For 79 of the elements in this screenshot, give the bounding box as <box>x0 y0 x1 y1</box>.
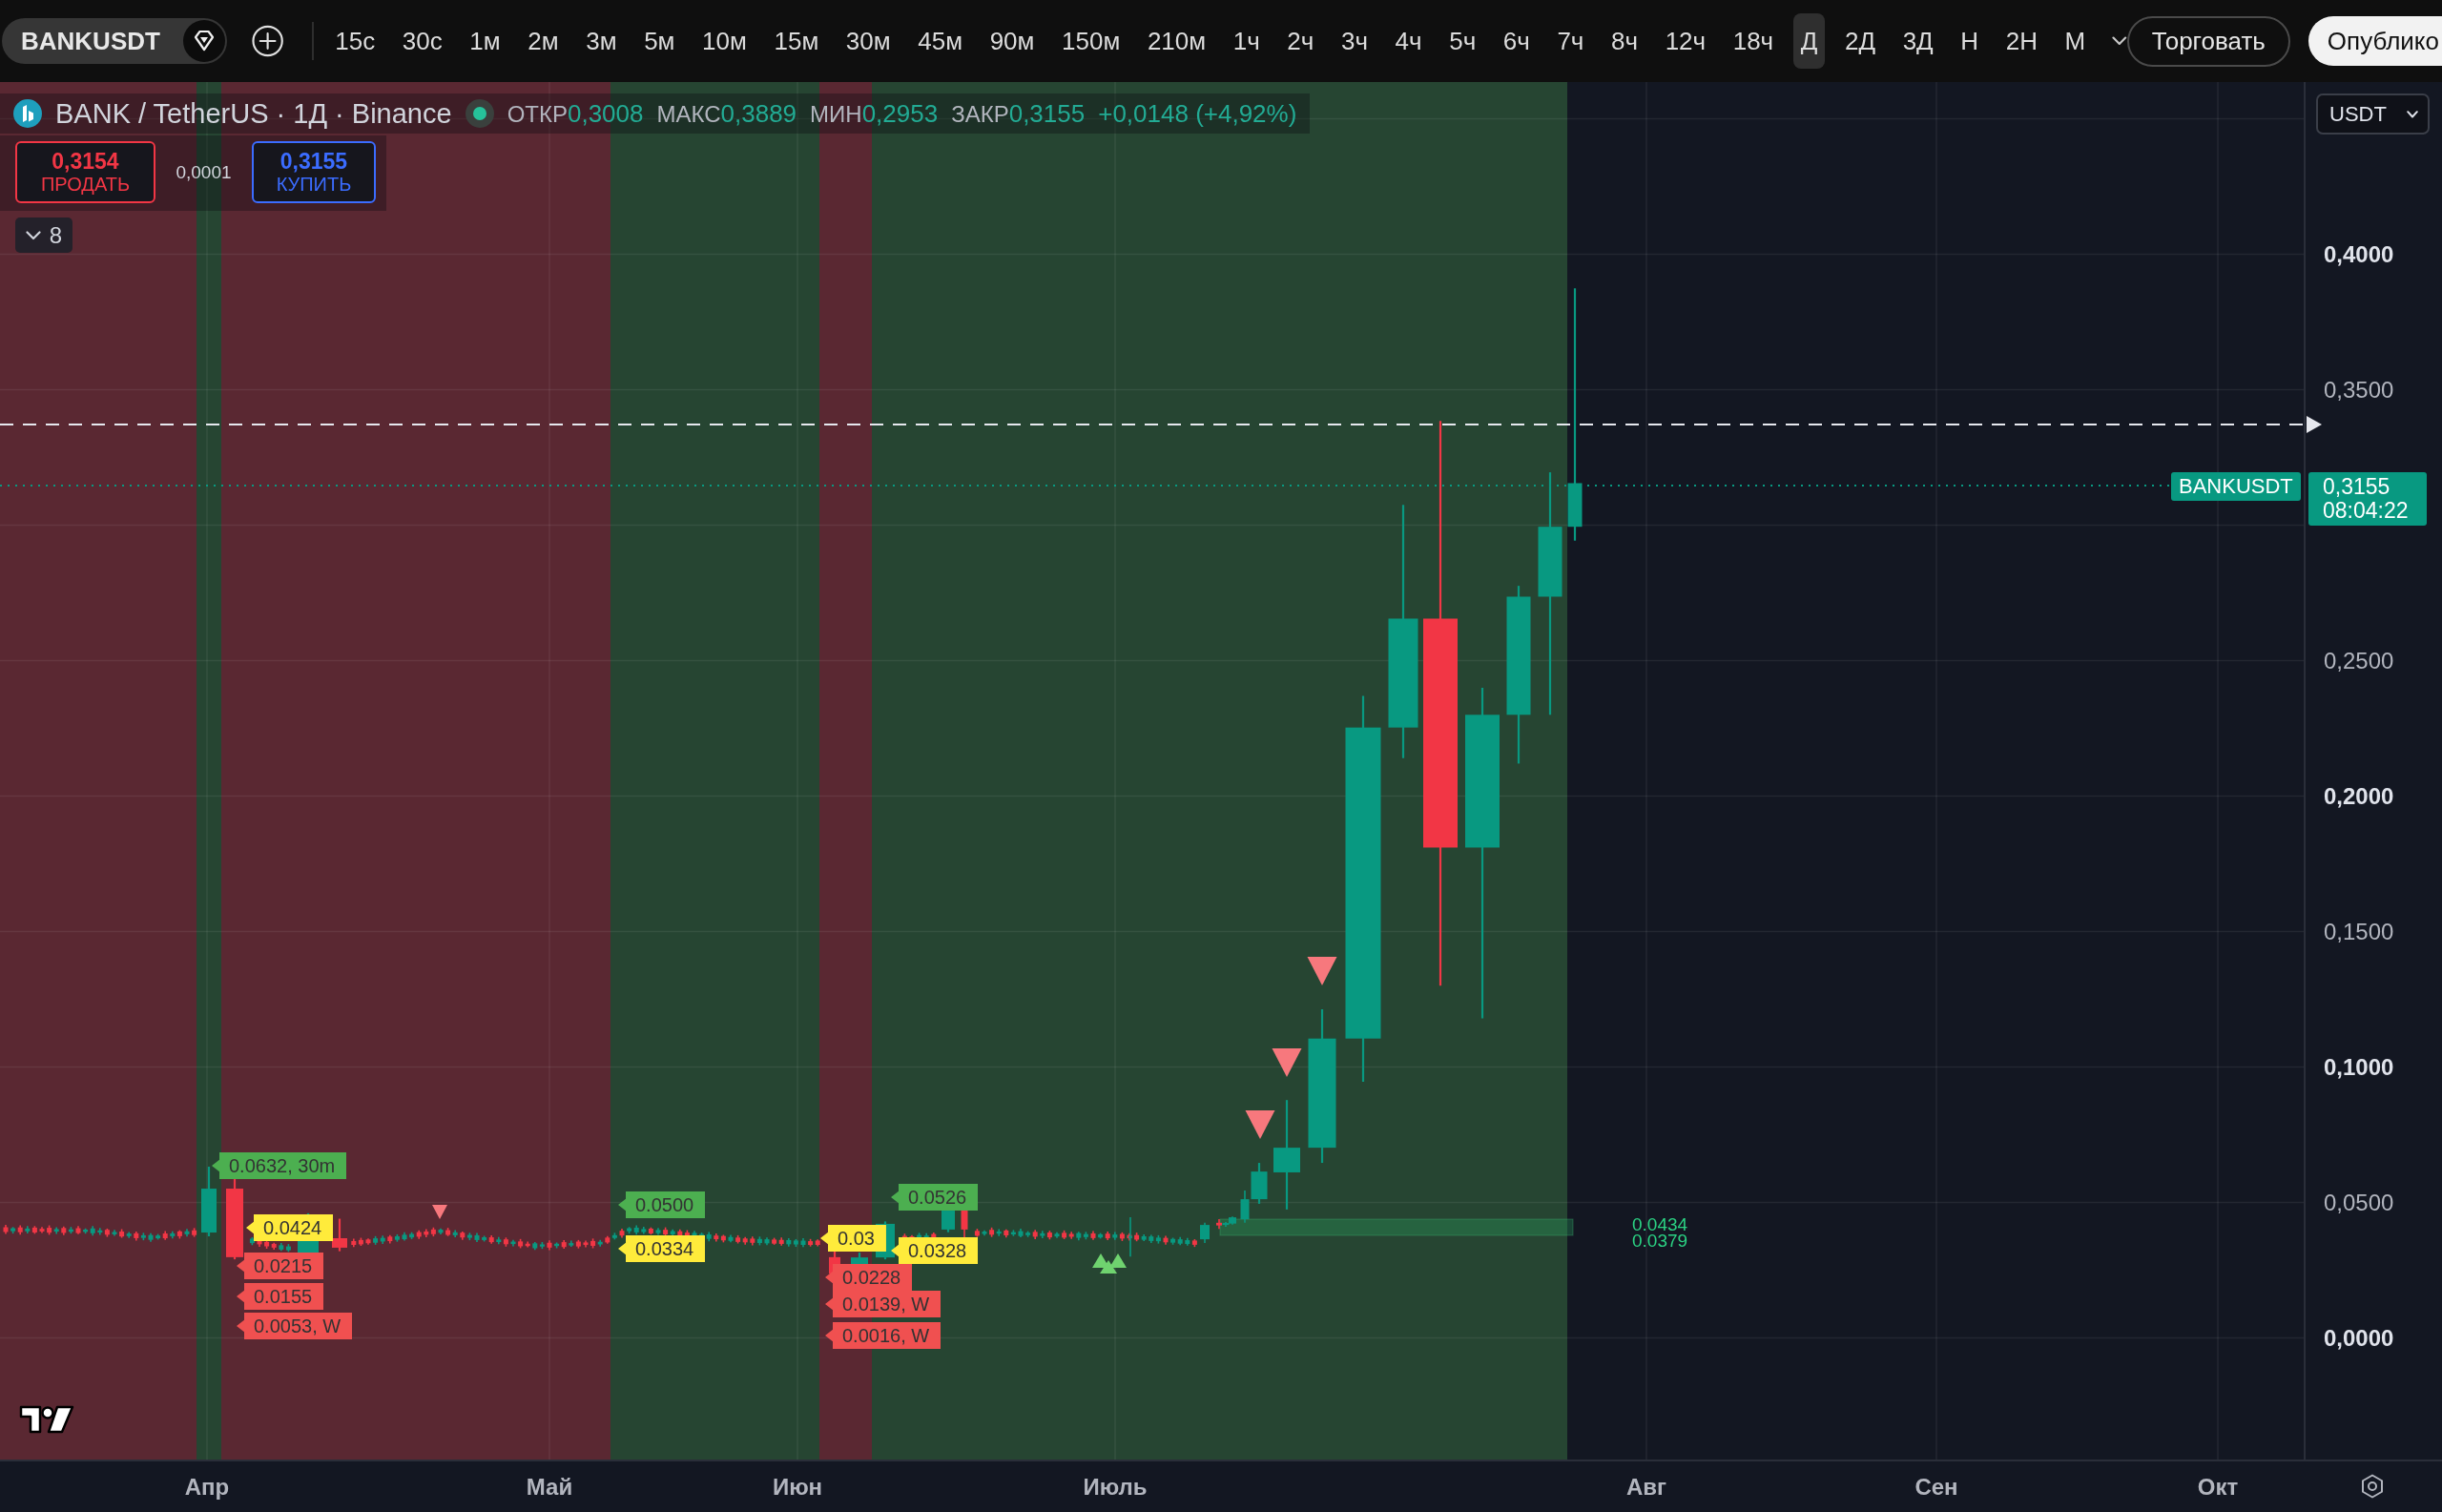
level-label: 0.03 <box>820 1225 886 1252</box>
level-label: 0.0215 <box>237 1253 324 1279</box>
timeframe-button[interactable]: 2Д <box>1836 13 1884 69</box>
level-label: 0.0228 <box>825 1264 913 1291</box>
level-label: 0.0139, W <box>825 1291 942 1317</box>
settings-icon[interactable] <box>2360 1474 2385 1499</box>
timeframe-button[interactable]: 2ч <box>1279 13 1322 69</box>
timeframe-button[interactable]: 30с <box>394 13 450 69</box>
timeframe-button[interactable]: 90м <box>982 13 1043 69</box>
time-axis-label: Авг <box>1625 1473 1667 1502</box>
timeframe-button[interactable]: 18ч <box>1725 13 1782 69</box>
timeframe-button[interactable]: Н <box>1953 13 1987 69</box>
time-axis-label: Окт <box>2197 1473 2239 1502</box>
timeframe-button[interactable]: 15м <box>766 13 827 69</box>
chevron-down-icon <box>2407 110 2418 118</box>
price-axis-label: 0,2500 <box>2324 646 2394 675</box>
last-price: 0,3155 <box>2323 475 2391 499</box>
price-axis-label: 0,2000 <box>2324 781 2394 811</box>
range-value: 0.0379 <box>1632 1232 1688 1249</box>
time-axis-label: Май <box>526 1473 573 1502</box>
symbol-title: BANK / TetherUS · 1Д · Binance <box>55 97 452 130</box>
timeframe-button[interactable]: 15с <box>327 13 383 69</box>
timeframe-button[interactable]: 3Д <box>1894 13 1941 69</box>
ohlc-label: МАКС <box>656 100 721 128</box>
price-axis-label: 0,0000 <box>2324 1323 2394 1353</box>
timeframe-button[interactable]: 150м <box>1054 13 1128 69</box>
timeframe-button[interactable]: 10м <box>694 13 755 69</box>
ohlc-label: ЗАКР <box>951 100 1009 128</box>
timeframe-button[interactable]: 210м <box>1139 13 1214 69</box>
level-label: 0.0016, W <box>825 1322 942 1349</box>
publish-button[interactable]: Опублико <box>2307 16 2442 66</box>
spread-value: 0,0001 <box>175 161 233 183</box>
ohlc-value: 0,3889 <box>720 98 797 129</box>
symbol-price-tag: BANKUSDT <box>2171 472 2301 501</box>
timeframe-button[interactable]: 1м <box>462 13 508 69</box>
timeframe-button[interactable]: 2м <box>520 13 567 69</box>
timeframe-button[interactable]: 3ч <box>1333 13 1376 69</box>
timeframe-button[interactable]: 3м <box>578 13 625 69</box>
level-label: 0.0424 <box>246 1214 334 1241</box>
timeframe-button[interactable]: 2Н <box>1997 13 2045 69</box>
symbol-button[interactable]: BANKUSDT <box>2 18 228 64</box>
price-axis-label: 0,4000 <box>2324 239 2394 269</box>
price-change: +0,0148 (+4,92%) <box>1098 98 1297 129</box>
level-label: 0.0500 <box>618 1191 706 1218</box>
timeframe-button[interactable]: 45м <box>910 13 971 69</box>
countdown-timer: 08:04:22 <box>2323 499 2410 523</box>
currency-dropdown[interactable]: USDT <box>2316 93 2430 135</box>
ohlc-value: 0,3155 <box>1008 98 1086 129</box>
timeframe-button[interactable]: 30м <box>838 13 899 69</box>
timeframe-button[interactable]: 6ч <box>1495 13 1538 69</box>
chevron-down-icon[interactable] <box>2112 36 2127 46</box>
price-axis-label: 0,1500 <box>2324 917 2394 946</box>
range-value: 0.0434 <box>1632 1216 1688 1232</box>
time-axis-label: Июль <box>1083 1473 1148 1502</box>
level-label: 0.0334 <box>618 1235 706 1262</box>
time-axis-label: Июн <box>772 1473 823 1502</box>
ohlc-label: МИН <box>810 100 862 128</box>
time-axis-label: Сен <box>1914 1473 1958 1502</box>
timeframe-button[interactable]: 4ч <box>1387 13 1430 69</box>
price-axis-label: 0,3500 <box>2324 375 2394 404</box>
timeframe-button[interactable]: 12ч <box>1657 13 1714 69</box>
timeframe-button[interactable]: 5м <box>636 13 683 69</box>
ohlc-label: ОТКР <box>507 100 568 128</box>
price-axis-label: 0,1000 <box>2324 1052 2394 1082</box>
timeframe-button[interactable]: М <box>2057 13 2094 69</box>
price-axis-label: 0,0500 <box>2324 1188 2394 1217</box>
timeframe-button[interactable]: 8ч <box>1604 13 1646 69</box>
time-axis-label: Апр <box>184 1473 230 1502</box>
level-label: 0.0053, W <box>237 1313 353 1339</box>
timeframe-button[interactable]: 5ч <box>1441 13 1484 69</box>
level-label: 0.0632, 30m <box>212 1152 347 1179</box>
timeframe-button[interactable]: 7ч <box>1549 13 1592 69</box>
timeframe-button[interactable]: 1ч <box>1225 13 1268 69</box>
ohlc-value: 0,3008 <box>567 98 644 129</box>
timeframe-button[interactable]: Д <box>1792 13 1826 69</box>
add-icon[interactable] <box>252 25 284 57</box>
ohlc-value: 0,2953 <box>861 98 939 129</box>
level-label: 0.0155 <box>237 1283 324 1310</box>
trade-button[interactable]: Торговать <box>2126 15 2290 67</box>
